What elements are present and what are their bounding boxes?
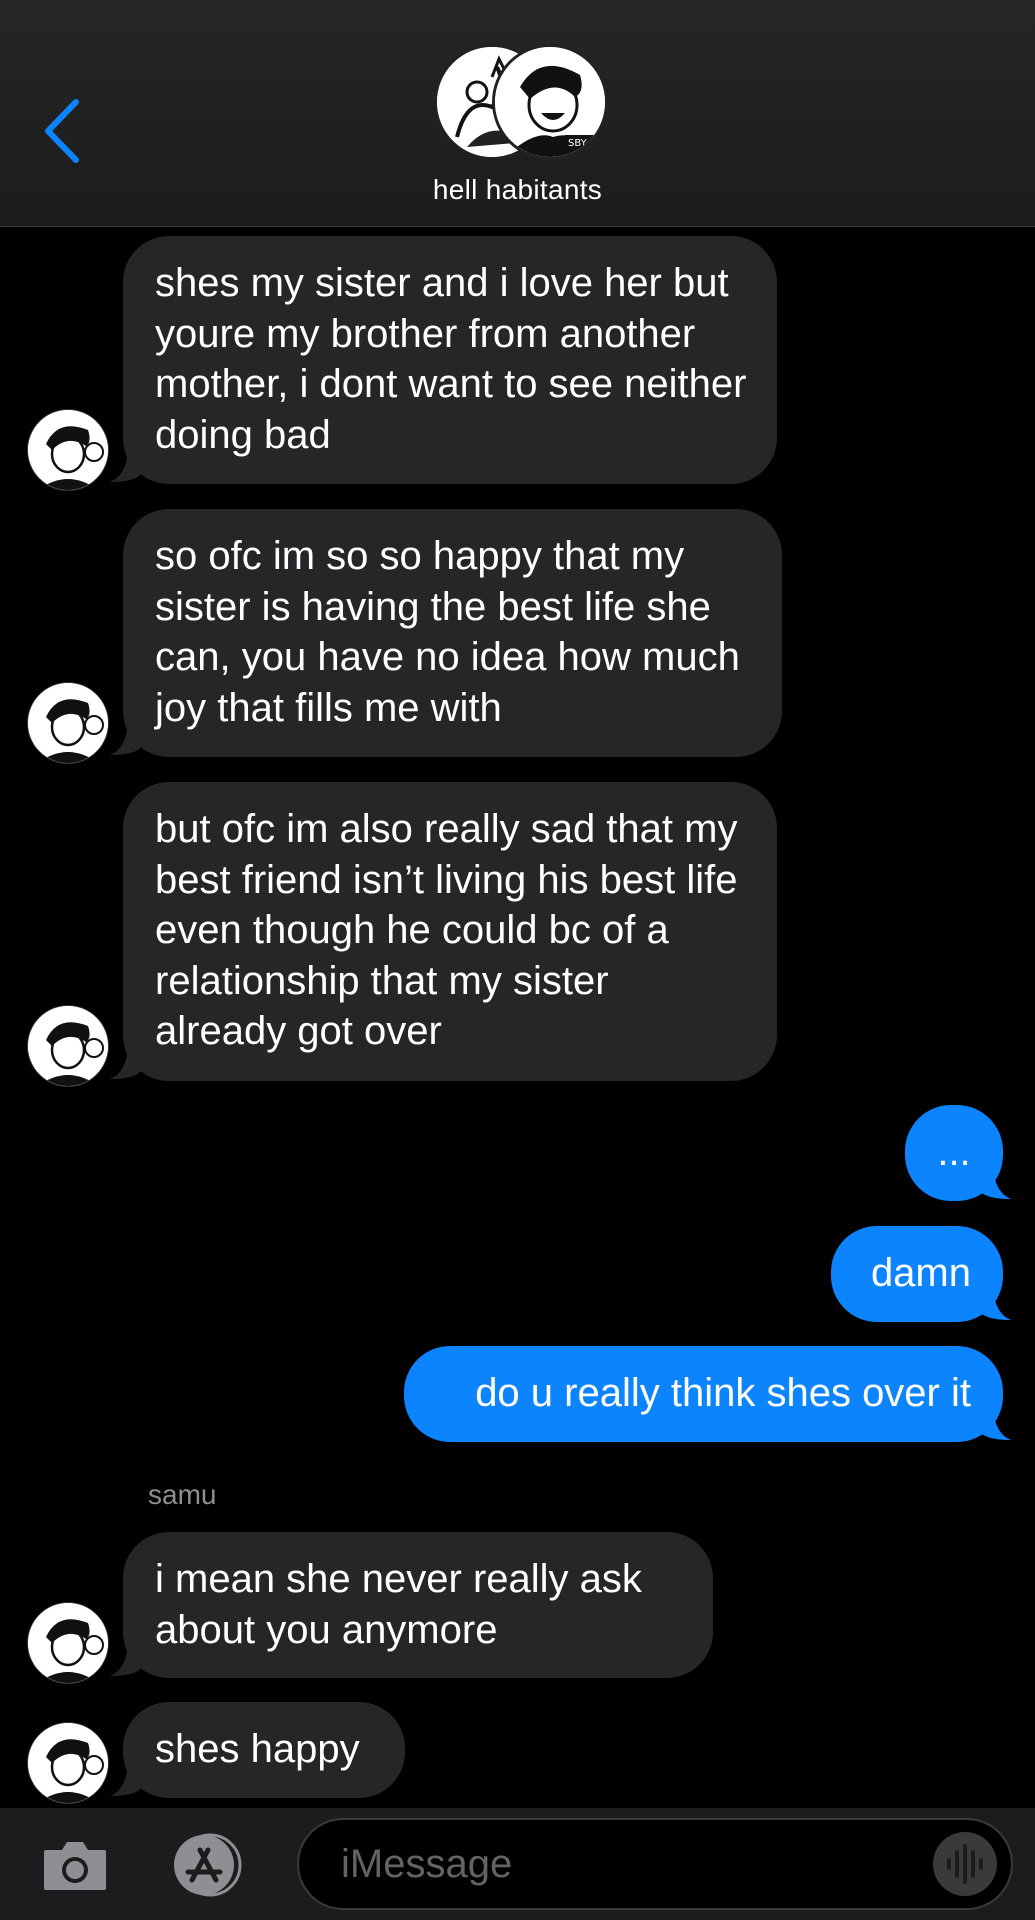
- message-text: i mean she never really ask about you an…: [155, 1557, 642, 1652]
- bubble-tail: [979, 1167, 1011, 1199]
- bubble-tail: [110, 450, 142, 482]
- app-store-icon: [174, 1833, 242, 1897]
- bubble-tail: [110, 1764, 142, 1796]
- camera-icon: [44, 1842, 106, 1890]
- sender-avatar[interactable]: [27, 682, 109, 764]
- message-input-placeholder: iMessage: [341, 1842, 513, 1886]
- back-button[interactable]: [40, 96, 86, 166]
- message-text: but ofc im also really sad that my best …: [155, 807, 738, 1053]
- message-text: shes my sister and i love her but youre …: [155, 261, 747, 457]
- message-incoming: shes happy: [0, 1702, 1035, 1804]
- message-incoming: shes my sister and i love her but youre …: [0, 236, 1035, 491]
- audio-waveform-icon: [947, 1844, 983, 1884]
- bubble-tail: [979, 1288, 1011, 1320]
- audio-message-button[interactable]: [933, 1832, 997, 1896]
- sender-avatar[interactable]: [27, 1602, 109, 1684]
- message-outgoing: ...: [0, 1105, 1035, 1201]
- bubble-tail: [110, 1644, 142, 1676]
- message-text: ...: [937, 1130, 971, 1174]
- sender-avatar[interactable]: [27, 1722, 109, 1804]
- message-bubble[interactable]: shes happy: [123, 1702, 405, 1798]
- group-avatar-stack[interactable]: SBY: [434, 44, 608, 162]
- app-store-button[interactable]: [166, 1832, 256, 1898]
- message-text: damn: [870, 1251, 971, 1295]
- camera-button[interactable]: [40, 1838, 110, 1894]
- sender-avatar[interactable]: [27, 1005, 109, 1087]
- composer-bar: iMessage: [0, 1808, 1035, 1920]
- message-bubble[interactable]: so ofc im so so happy that my sister is …: [123, 509, 782, 757]
- conversation-header: SBY hell habitants: [0, 0, 1035, 227]
- sender-name: samu: [148, 1479, 217, 1510]
- message-text: do u really think shes over it: [475, 1371, 971, 1415]
- message-text: shes happy: [155, 1727, 360, 1771]
- message-bubble[interactable]: shes my sister and i love her but youre …: [123, 236, 777, 484]
- message-bubble[interactable]: i mean she never really ask about you an…: [123, 1532, 713, 1678]
- group-member-avatar: SBY: [492, 44, 608, 160]
- message-outgoing: do u really think shes over it: [0, 1346, 1035, 1442]
- message-outgoing: damn: [0, 1226, 1035, 1322]
- message-text: so ofc im so so happy that my sister is …: [155, 534, 740, 730]
- group-name[interactable]: hell habitants: [0, 174, 1035, 206]
- message-bubble[interactable]: but ofc im also really sad that my best …: [123, 782, 777, 1081]
- bubble-tail: [110, 723, 142, 755]
- message-incoming: but ofc im also really sad that my best …: [0, 782, 1035, 1087]
- message-input[interactable]: iMessage: [297, 1818, 1013, 1910]
- bubble-tail: [110, 1047, 142, 1079]
- bubble-tail: [979, 1408, 1011, 1440]
- sender-avatar[interactable]: [27, 409, 109, 491]
- chevron-left-icon: [45, 99, 79, 163]
- message-incoming: i mean she never really ask about you an…: [0, 1532, 1035, 1684]
- svg-text:SBY: SBY: [568, 138, 588, 149]
- message-bubble[interactable]: do u really think shes over it: [404, 1346, 1003, 1442]
- message-incoming: so ofc im so so happy that my sister is …: [0, 509, 1035, 764]
